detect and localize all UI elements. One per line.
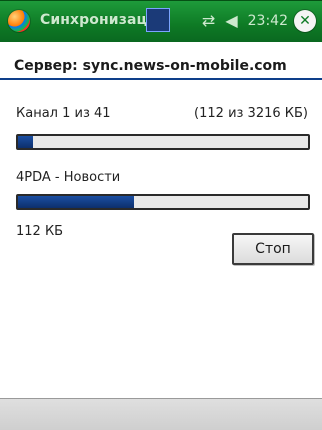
titlebar: Синхронизация ⇄ ◀ 23:42 ✕	[0, 0, 322, 42]
system-tray: ⇄ ◀ 23:42	[202, 12, 288, 30]
server-header: Сервер: sync.news-on-mobile.com	[0, 54, 322, 80]
app-icon	[146, 8, 170, 32]
sync-window: Синхронизация ⇄ ◀ 23:42 ✕ Сервер: sync.n…	[0, 0, 322, 430]
size-progress-text: (112 из 3216 КБ)	[194, 106, 308, 121]
server-text: Сервер: sync.news-on-mobile.com	[14, 58, 287, 74]
progress-bar-1-fill	[18, 136, 33, 148]
close-button[interactable]: ✕	[294, 10, 316, 32]
current-item-label: 4PDA - Новости	[16, 170, 121, 185]
progress-bar-2	[16, 194, 310, 210]
sync-icon: ⇄	[201, 11, 216, 30]
bottom-bar	[0, 398, 322, 430]
start-menu-icon[interactable]	[8, 10, 30, 32]
volume-icon[interactable]: ◀	[225, 13, 237, 29]
channel-progress-text: Канал 1 из 41	[16, 106, 111, 121]
main-content: Канал 1 из 41 (112 из 3216 КБ) 4PDA - Но…	[0, 88, 322, 398]
progress-bar-2-fill	[18, 196, 134, 208]
stop-button[interactable]: Стоп	[232, 233, 314, 265]
progress-bar-1	[16, 134, 310, 150]
progress-row: Канал 1 из 41 (112 из 3216 КБ)	[16, 106, 308, 124]
close-icon: ✕	[299, 13, 311, 29]
clock[interactable]: 23:42	[248, 13, 288, 29]
downloaded-size: 112 КБ	[16, 224, 64, 239]
